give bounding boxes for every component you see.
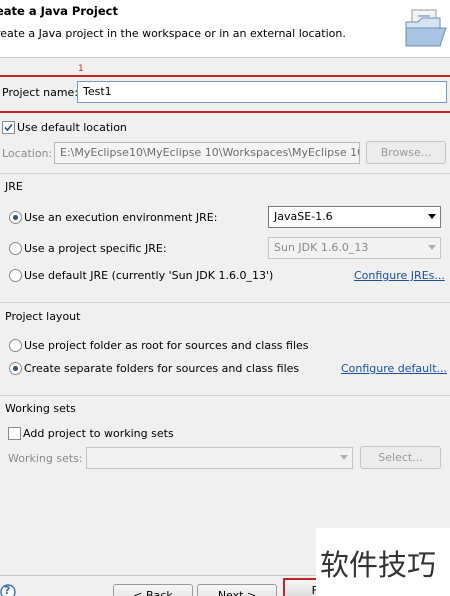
chevron-down-icon — [340, 455, 348, 460]
layout-root-radio[interactable] — [9, 339, 22, 352]
jre-group-divider — [0, 173, 450, 174]
help-glyph: ? — [4, 584, 11, 596]
wizard-title: eate a Java Project — [0, 4, 118, 18]
jre-default-radio[interactable] — [9, 269, 22, 282]
select-working-sets-button[interactable]: Select... — [360, 446, 441, 469]
jre-specific-select[interactable]: Sun JDK 1.6.0_13 — [268, 237, 441, 259]
jre-default-label: Use default JRE (currently 'Sun JDK 1.6.… — [24, 269, 274, 282]
use-default-location-label: Use default location — [17, 121, 127, 134]
layout-separate-radio[interactable] — [9, 362, 22, 375]
wizard-header: eate a Java Project reate a Java project… — [0, 0, 450, 58]
working-sets-group-label: Working sets — [5, 402, 76, 415]
working-sets-group-divider — [0, 395, 450, 396]
next-button[interactable]: Next > — [197, 584, 277, 596]
layout-group-divider — [0, 302, 450, 303]
jre-environment-label: Use an execution environment JRE: — [24, 211, 218, 224]
jre-environment-radio[interactable] — [9, 211, 22, 224]
use-default-location-checkbox[interactable] — [2, 121, 15, 134]
location-label: Location: — [2, 147, 53, 160]
jre-specific-label: Use a project specific JRE: — [24, 242, 167, 255]
back-button[interactable]: < Back — [113, 584, 193, 596]
chevron-down-icon — [428, 245, 436, 250]
wizard-description: reate a Java project in the workspace or… — [0, 27, 346, 40]
layout-group-label: Project layout — [5, 310, 81, 323]
configure-default-link[interactable]: Configure default... — [341, 362, 447, 375]
chevron-down-icon — [428, 214, 436, 219]
annotation-marker: 1 — [78, 64, 84, 74]
working-sets-label: Working sets: — [8, 452, 83, 465]
location-input[interactable]: E:\MyEclipse10\MyEclipse 10\Workspaces\M… — [54, 142, 360, 164]
jre-group-label: JRE — [5, 180, 23, 193]
browse-button[interactable]: Browse... — [366, 141, 446, 164]
project-name-input[interactable]: Test1 — [77, 81, 447, 103]
working-sets-select[interactable] — [86, 447, 353, 469]
watermark-text: 软件技巧 — [320, 548, 437, 582]
add-to-working-sets-checkbox[interactable] — [8, 427, 21, 440]
java-project-folder-icon — [405, 9, 447, 47]
layout-root-label: Use project folder as root for sources a… — [24, 339, 309, 352]
jre-specific-radio[interactable] — [9, 242, 22, 255]
jre-environment-value: JavaSE-1.6 — [274, 210, 333, 223]
jre-environment-select[interactable]: JavaSE-1.6 — [268, 206, 441, 228]
project-name-label: Project name: — [2, 86, 79, 99]
layout-separate-label: Create separate folders for sources and … — [24, 362, 300, 375]
checkmark-icon — [4, 123, 13, 132]
configure-jres-link[interactable]: Configure JREs... — [354, 269, 445, 282]
add-to-working-sets-label: Add project to working sets — [23, 427, 174, 440]
jre-specific-value: Sun JDK 1.6.0_13 — [274, 241, 369, 254]
